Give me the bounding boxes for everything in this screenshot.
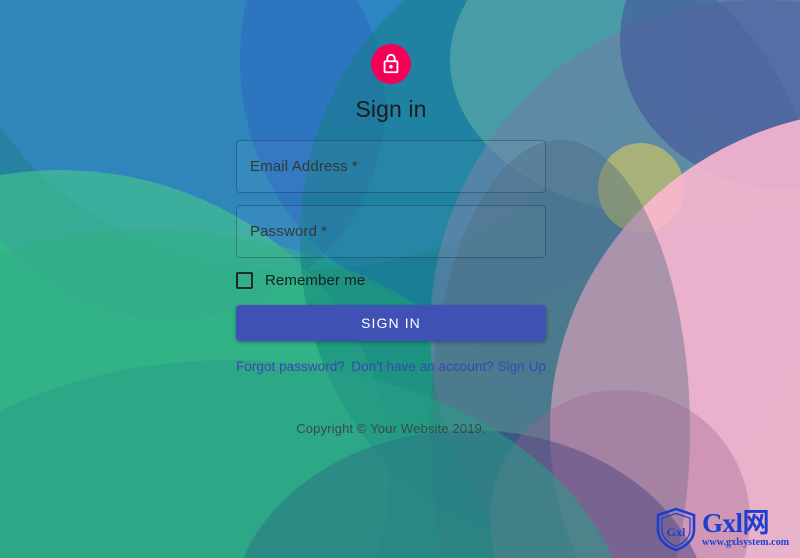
shield-icon: Gxl [656,507,696,552]
sign-in-button[interactable]: SIGN IN [236,305,546,341]
site-watermark: Gxl Gxl网 www.gxlsystem.com [654,504,794,554]
sign-up-link[interactable]: Don't have an account? Sign Up [351,359,546,374]
remember-me-row[interactable]: Remember me [236,272,546,289]
email-field[interactable]: Email Address * [236,140,546,193]
forgot-password-link[interactable]: Forgot password? [236,359,345,374]
watermark-brand: Gxl网 [702,507,770,538]
email-label-text: Email Address [250,158,348,175]
login-page: Sign in Email Address * Password * Remembe… [0,0,800,558]
password-field-label: Password * [250,223,327,240]
page-title: Sign in [355,96,427,122]
helper-links: Forgot password? Don't have an account? … [236,359,546,374]
remember-me-checkbox[interactable] [236,272,253,289]
remember-me-label: Remember me [265,272,366,289]
password-required-mark: * [321,223,328,240]
watermark-text: Gxl网 www.gxlsystem.com [702,507,790,549]
login-panel: Sign in Email Address * Password * Remembe… [236,0,546,558]
watermark-url: www.gxlsystem.com [702,536,790,548]
signin-form: Email Address * Password * Remember me SIG… [236,140,546,374]
password-label-text: Password [250,223,318,240]
email-required-mark: * [351,158,358,175]
shield-label: Gxl [667,525,686,539]
lock-icon [371,44,411,84]
copyright-text: Copyright © Your Website 2019. [296,421,486,436]
password-field[interactable]: Password * [236,205,546,258]
email-field-label: Email Address * [250,158,358,175]
